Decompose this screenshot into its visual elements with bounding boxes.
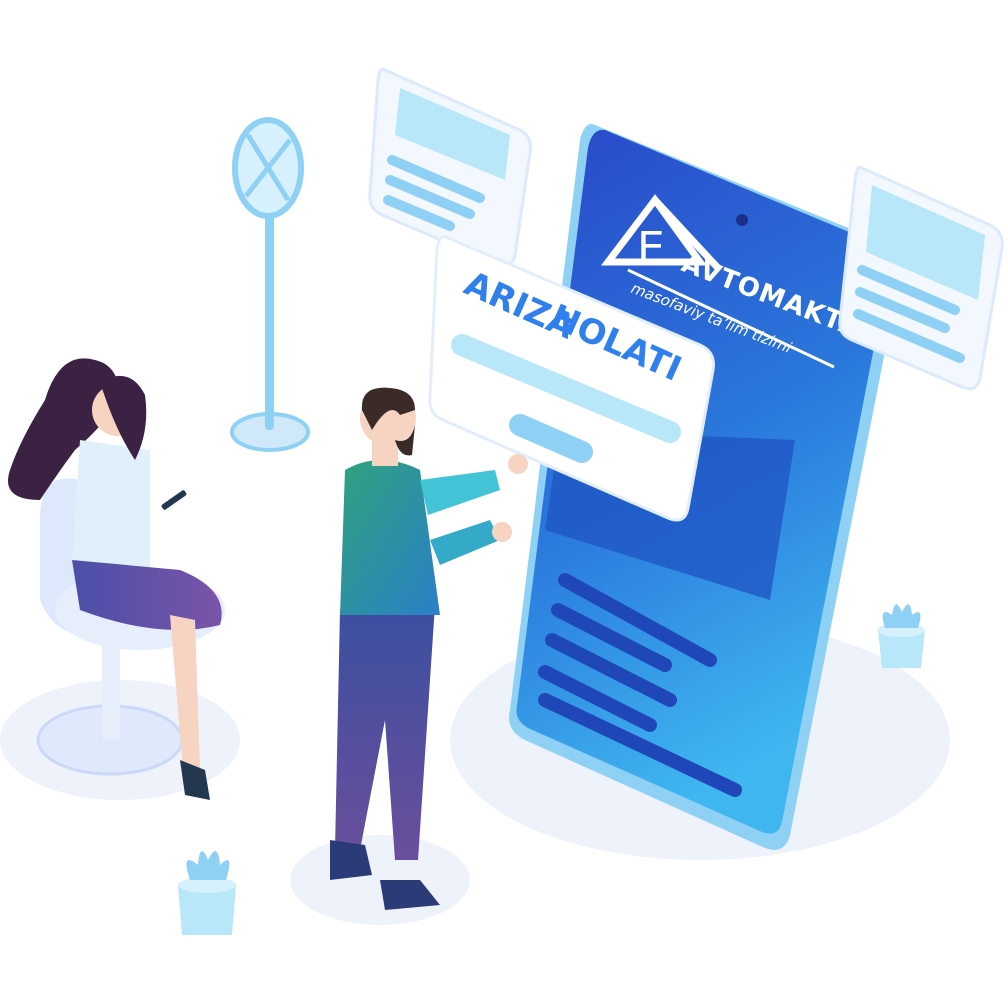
floating-info-card-left (368, 67, 532, 268)
illustration-canvas: E AVTOMAKTAB masofaviy ta’lim tizimi ARI… (0, 67, 1004, 935)
plant-icon (178, 851, 236, 935)
illustration-scene: E AVTOMAKTAB masofaviy ta’lim tizimi ARI… (0, 0, 1008, 1008)
brand-logo-letter: E (637, 223, 665, 274)
standing-man (330, 387, 528, 910)
seated-woman (8, 358, 225, 800)
road-sign-icon (230, 117, 310, 452)
plant-icon-right (877, 604, 925, 668)
